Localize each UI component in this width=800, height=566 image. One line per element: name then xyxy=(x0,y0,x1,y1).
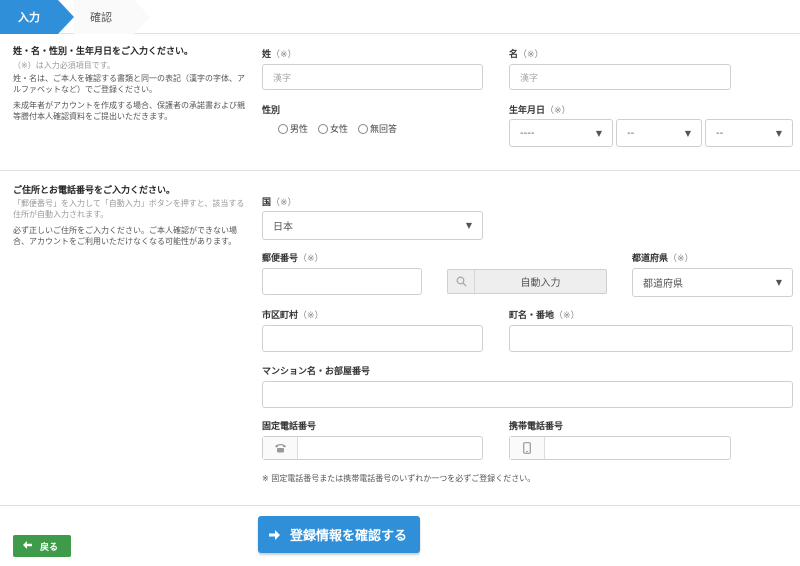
gender-radio-group: 男性 女性 無回答 xyxy=(278,122,397,135)
mobile-phone-icon xyxy=(510,437,545,459)
confirm-registration-button[interactable]: 登録情報を確認する xyxy=(258,516,420,553)
first-name-label: 名（※） xyxy=(509,50,544,60)
mobile-label: 携帯電話番号 xyxy=(509,422,564,432)
arrow-right-icon xyxy=(258,529,290,540)
dropdown-caret-icon: ▼ xyxy=(465,221,472,230)
birth-year-select[interactable]: ---- ▼ xyxy=(509,119,613,147)
arrow-left-icon xyxy=(23,540,32,552)
dropdown-caret-icon: ▼ xyxy=(775,278,782,287)
birth-month-select[interactable]: -- ▼ xyxy=(616,119,702,147)
dropdown-caret-icon: ▼ xyxy=(684,128,691,138)
mobile-input[interactable] xyxy=(509,436,731,460)
building-label: マンション名・お部屋番号 xyxy=(262,367,371,377)
radio-circle-icon xyxy=(318,123,329,134)
country-label: 国（※） xyxy=(262,198,297,208)
prefecture-label: 都道府県（※） xyxy=(632,254,694,264)
street-label: 町名・番地（※） xyxy=(509,311,580,321)
landline-input[interactable] xyxy=(262,436,483,460)
country-select[interactable]: 日本 ▼ xyxy=(262,211,483,240)
section1-note-name: 姓・名は、ご本人を確認する書類と同一の表記（漢字の字体、アルファベットなど）でご… xyxy=(13,74,245,94)
last-name-label: 姓（※） xyxy=(262,50,297,60)
last-name-input[interactable]: 漢字 xyxy=(262,64,483,90)
city-label: 市区町村（※） xyxy=(262,311,324,321)
gender-female-radio[interactable]: 女性 xyxy=(318,122,348,135)
postal-label: 郵便番号（※） xyxy=(262,254,324,264)
street-input[interactable] xyxy=(509,325,793,352)
gender-none-radio[interactable]: 無回答 xyxy=(358,122,397,135)
section1-required-note: （※）は入力必須項目です。 xyxy=(13,61,115,70)
back-button[interactable]: 戻る xyxy=(13,535,71,557)
auto-fill-button[interactable]: 自動入力 xyxy=(447,269,607,294)
radio-circle-icon xyxy=(278,123,288,134)
gender-label: 性別 xyxy=(262,106,281,116)
section-divider xyxy=(0,170,800,171)
landline-label: 固定電話番号 xyxy=(262,422,317,432)
gender-male-radio[interactable]: 男性 xyxy=(278,122,308,135)
birth-day-select[interactable]: -- ▼ xyxy=(705,119,793,147)
dropdown-caret-icon: ▼ xyxy=(775,128,782,138)
footer-divider xyxy=(0,505,800,506)
section2-note-postal: 「郵便番号」を入力して「自動入力」ボタンを押すと、該当する住所が自動入力されます… xyxy=(13,199,245,219)
step-bar: 入力 確認 xyxy=(0,0,800,34)
postal-code-input[interactable] xyxy=(262,268,422,295)
first-name-input[interactable]: 漢字 xyxy=(509,64,731,90)
step-input: 入力 xyxy=(0,0,74,34)
section2-title: ご住所とお電話番号をご入力ください。 xyxy=(13,186,176,196)
phone-requirement-note: ※ 固定電話番号または携帯電話番号のいずれか一つを必ずご登録ください。 xyxy=(262,474,536,483)
section2-note-address: 必ず正しいご住所をご入力ください。ご本人確認ができない場合、アカウントをご利用い… xyxy=(13,226,237,246)
section1-title: 姓・名・性別・生年月日をご入力ください。 xyxy=(13,47,194,57)
radio-circle-icon xyxy=(358,123,369,134)
dropdown-caret-icon: ▼ xyxy=(595,128,602,138)
section1-note-minor: 未成年者がアカウントを作成する場合、保護者の承諾書および親等謄付本人確認資料をご… xyxy=(13,101,245,121)
building-input[interactable] xyxy=(262,381,793,408)
step-confirm: 確認 xyxy=(74,0,150,34)
telephone-icon xyxy=(263,437,298,459)
city-input[interactable] xyxy=(262,325,483,352)
prefecture-select[interactable]: 都道府県 ▼ xyxy=(632,268,793,297)
birthdate-label: 生年月日（※） xyxy=(509,106,571,116)
search-icon xyxy=(448,270,475,293)
